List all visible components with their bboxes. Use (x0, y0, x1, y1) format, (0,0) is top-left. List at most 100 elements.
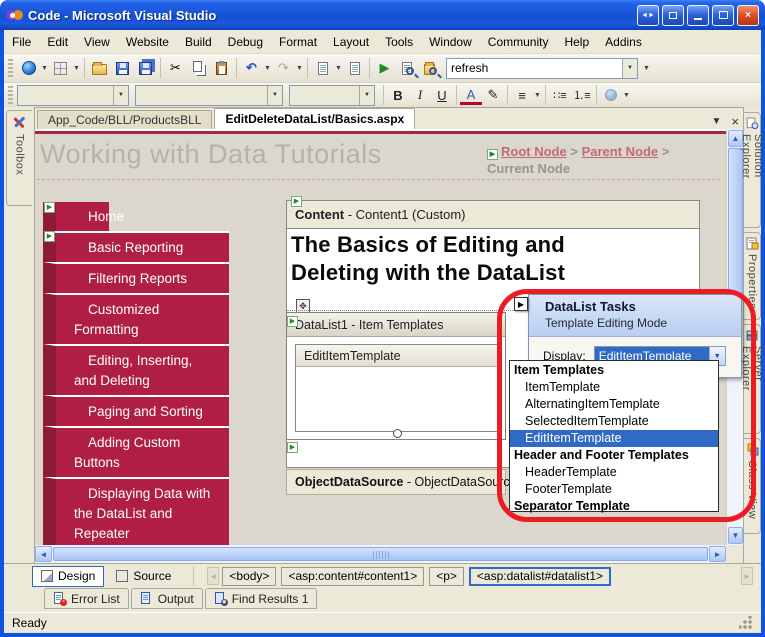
solution-explorer-tab[interactable]: Solution Explorer (740, 112, 764, 228)
redo-dropdown-icon[interactable]: ▼ (295, 57, 304, 79)
save-icon[interactable] (111, 57, 134, 79)
smart-tag-glyph-icon[interactable]: ▶ (287, 442, 298, 453)
font-name-combobox[interactable]: ▼ (135, 84, 283, 106)
toolbar-overflow-icon[interactable]: ▼ (642, 57, 651, 79)
tag-asp-content[interactable]: <asp:content#content1> (281, 566, 425, 586)
menu-layout[interactable]: Layout (325, 32, 377, 52)
pan-buttons-icon[interactable]: ◄► (637, 4, 659, 26)
nav-adding-custom-buttons[interactable]: Adding Custom Buttons (43, 426, 229, 477)
redo-icon[interactable]: ↷ (272, 57, 295, 79)
menu-tools[interactable]: Tools (377, 32, 421, 52)
minimize-button[interactable] (687, 4, 709, 26)
find-combobox-dropdown-icon[interactable]: ▼ (622, 58, 637, 78)
navigate-backward-icon[interactable] (311, 57, 334, 79)
undo-icon[interactable]: ↶ (240, 57, 263, 79)
maximize-button[interactable] (712, 4, 734, 26)
smart-tag-glyph-icon[interactable]: ▶ (291, 196, 302, 207)
font-color-icon[interactable]: A (460, 87, 482, 105)
dropdown-item-itemtemplate[interactable]: ItemTemplate (510, 379, 718, 396)
nav-paging-sorting[interactable]: Paging and Sorting (43, 395, 229, 426)
highlight-icon[interactable]: ✎ (482, 85, 504, 105)
breadcrumb-parent-link[interactable]: Parent Node (582, 144, 659, 159)
class-view-tab[interactable]: Class View (744, 438, 761, 534)
popout-icon[interactable] (662, 4, 684, 26)
underline-icon[interactable]: U (431, 85, 453, 105)
server-explorer-tab[interactable]: Server Explorer (740, 324, 764, 434)
smart-tag-glyph-icon[interactable]: ▶ (44, 202, 55, 213)
edit-item-template-region[interactable]: EditItemTemplate (295, 344, 501, 432)
menu-file[interactable]: File (4, 32, 39, 52)
align-icon[interactable]: ≡ (511, 85, 533, 105)
add-new-item-button[interactable] (49, 57, 72, 79)
error-list-tab[interactable]: × Error List (44, 588, 129, 609)
font-size-combobox[interactable]: ▼ (289, 84, 375, 106)
smart-tag-glyph-icon[interactable]: ▶ (287, 316, 298, 327)
toolbar-grip[interactable] (8, 86, 13, 104)
paste-icon[interactable] (210, 57, 233, 79)
document-list-dropdown-icon[interactable]: ▼ (712, 116, 722, 127)
bullet-list-icon[interactable]: ∷≡ (549, 85, 571, 105)
menu-debug[interactable]: Debug (220, 32, 271, 52)
dropdown-item-edititemtemplate[interactable]: EditItemTemplate (510, 430, 718, 447)
scroll-down-icon[interactable]: ▼ (728, 527, 743, 544)
find-combobox[interactable]: refresh ▼ (446, 57, 638, 79)
add-item-dropdown-icon[interactable]: ▼ (72, 57, 81, 79)
smart-tag-glyph-icon[interactable]: ▶ (487, 149, 498, 160)
menu-format[interactable]: Format (271, 32, 325, 52)
menu-build[interactable]: Build (177, 32, 220, 52)
datalist-header[interactable]: DataList1 - Item Templates (287, 313, 505, 337)
scroll-left-icon[interactable]: ◄ (35, 546, 52, 562)
new-website-button[interactable] (17, 57, 40, 79)
navigate-forward-icon[interactable] (343, 57, 366, 79)
menu-addins[interactable]: Addins (597, 32, 650, 52)
tag-body[interactable]: <body> (222, 566, 277, 586)
horizontal-scrollbar[interactable]: ◄ ► (35, 545, 726, 563)
tag-asp-datalist[interactable]: <asp:datalist#datalist1> (468, 566, 612, 586)
dropdown-item-footertemplate[interactable]: FooterTemplate (510, 481, 718, 498)
view-in-browser-icon[interactable] (396, 57, 419, 79)
open-file-icon[interactable] (88, 57, 111, 79)
scroll-right-icon[interactable]: ► (709, 546, 726, 562)
content-control-header[interactable]: Content - Content1 (Custom) (287, 201, 699, 229)
tab-productsbll[interactable]: App_Code/BLL/ProductsBLL (37, 110, 213, 129)
dropdown-item-headertemplate[interactable]: HeaderTemplate (510, 464, 718, 481)
nav-filtering-reports[interactable]: Filtering Reports (43, 262, 229, 293)
dropdown-item-alternatingitemtemplate[interactable]: AlternatingItemTemplate (510, 396, 718, 413)
nav-editing-inserting-deleting[interactable]: Editing, Inserting, and Deleting (43, 344, 229, 395)
resize-handle[interactable] (393, 429, 402, 438)
horizontal-scroll-thumb[interactable] (53, 547, 708, 561)
menu-view[interactable]: View (76, 32, 118, 52)
bold-icon[interactable]: B (387, 85, 409, 105)
find-results-tab[interactable]: ◉ Find Results 1 (204, 588, 318, 609)
smart-tag-glyph-icon[interactable]: ▶ (44, 231, 55, 242)
toolbox-tab[interactable]: Toolbox (6, 110, 32, 206)
resize-grip[interactable] (739, 616, 753, 630)
italic-icon[interactable]: I (409, 85, 431, 105)
align-dropdown-icon[interactable]: ▼ (533, 84, 542, 106)
undo-dropdown-icon[interactable]: ▼ (263, 57, 272, 79)
tag-nav-right-icon[interactable]: ► (741, 567, 753, 585)
close-button[interactable]: × (737, 4, 759, 26)
find-combobox-value[interactable]: refresh (447, 61, 622, 75)
nav-basic-reporting[interactable]: Basic Reporting (43, 231, 229, 262)
cut-icon[interactable]: ✂ (164, 57, 187, 79)
output-tab[interactable]: Output (130, 588, 203, 609)
target-rule-combobox[interactable]: ▼ (17, 84, 129, 106)
dropdown-item-selecteditemtemplate[interactable]: SelectedItemTemplate (510, 413, 718, 430)
start-debugging-icon[interactable]: ▶ (373, 57, 396, 79)
breadcrumb-root-link[interactable]: Root Node (501, 144, 567, 159)
copy-icon[interactable] (187, 57, 210, 79)
tag-nav-left-icon[interactable]: ◄ (207, 567, 220, 585)
menu-website[interactable]: Website (118, 32, 177, 52)
menu-help[interactable]: Help (556, 32, 597, 52)
design-view-button[interactable]: Design (32, 565, 105, 587)
toolbar-overflow-icon[interactable]: ▼ (622, 84, 631, 106)
objectdatasource-control[interactable]: ObjectDataSource - ObjectDataSource1 (286, 469, 524, 495)
menu-edit[interactable]: Edit (39, 32, 76, 52)
tab-basics-aspx[interactable]: EditDeleteDataList/Basics.aspx (214, 108, 416, 129)
navigate-backward-dropdown-icon[interactable]: ▼ (334, 57, 343, 79)
nav-customized-formatting[interactable]: Customized Formatting (43, 293, 229, 344)
toolbar-grip[interactable] (8, 59, 13, 77)
source-view-button[interactable]: Source (108, 566, 179, 587)
datalist-control[interactable]: DataList1 - Item Templates EditItemTempl… (286, 312, 506, 440)
